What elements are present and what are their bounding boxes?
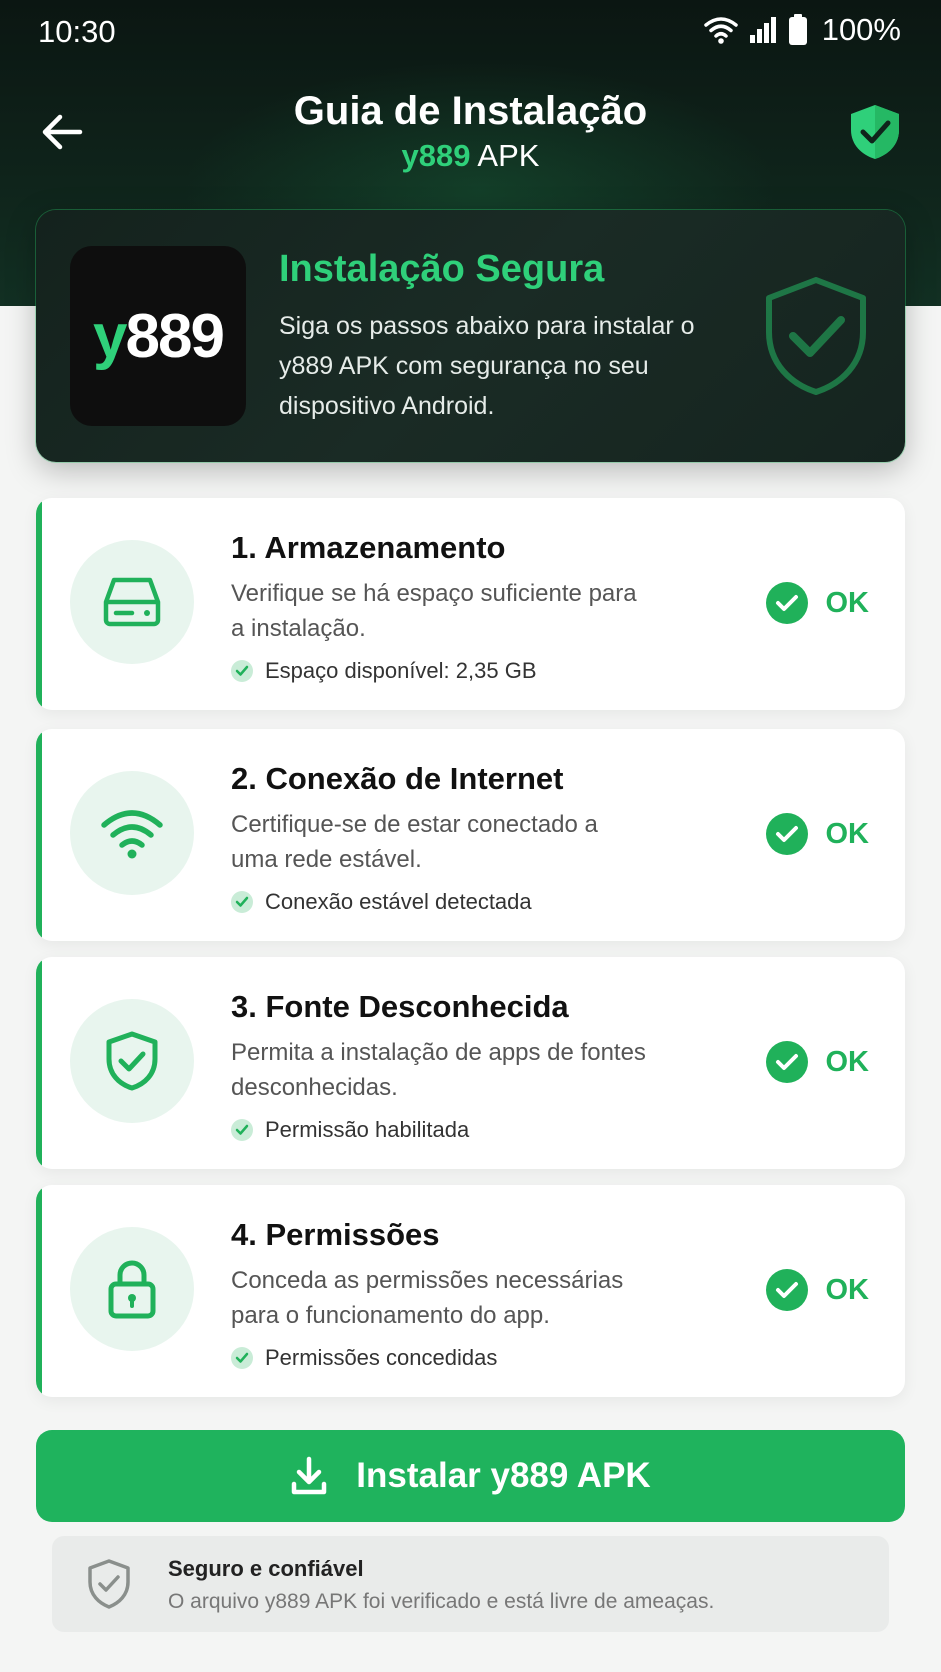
status-bar: 10:30 100% <box>0 0 941 64</box>
check-icon <box>231 1347 253 1369</box>
logo-accent: y <box>93 301 128 371</box>
check-circle-icon <box>765 582 808 624</box>
step-check-text: Permissão habilitada <box>265 1117 470 1142</box>
check-icon <box>231 660 253 682</box>
check-icon <box>231 1119 253 1141</box>
status-label: OK <box>825 586 870 619</box>
step-title: 2. Conexão de Internet <box>231 761 564 796</box>
download-icon <box>292 1456 327 1495</box>
status-time: 10:30 <box>38 14 116 49</box>
step-card-unknown-sources[interactable]: 3. Fonte Desconhecida Permita a instalaç… <box>36 957 905 1169</box>
hero-card: y 889 Instalação Segura Siga os passos ab… <box>36 210 905 462</box>
step-check-row: Permissão habilitada <box>231 1117 469 1143</box>
check-icon <box>231 891 253 913</box>
step-check-row: Espaço disponível: 2,35 GB <box>231 658 537 684</box>
trust-description: O arquivo y889 APK foi verificado e está… <box>168 1590 715 1613</box>
status-label: OK <box>825 817 870 850</box>
subtitle-accent: y889 <box>401 138 471 173</box>
back-button[interactable] <box>36 106 88 158</box>
shield-check-icon[interactable] <box>847 102 903 162</box>
step-icon-container <box>70 771 194 895</box>
check-circle-icon <box>765 813 808 855</box>
trust-title: Seguro e confiável <box>168 1556 364 1581</box>
step-check-text: Permissões concedidas <box>265 1345 498 1370</box>
step-icon-container <box>70 540 194 664</box>
step-card-storage[interactable]: 1. Armazenamento Verifique se há espaço … <box>36 498 905 710</box>
step-status: OK <box>765 582 870 624</box>
hero-description: Siga os passos abaixo para instalar o y8… <box>279 312 695 420</box>
step-description: Verifique se há espaço suficiente para a… <box>231 580 637 642</box>
subtitle-rest: APK <box>470 138 540 173</box>
signal-icon <box>749 17 776 43</box>
step-description: Conceda as permissões necessárias para o… <box>231 1267 624 1329</box>
step-check-text: Espaço disponível: 2,35 GB <box>265 658 537 683</box>
app-logo: y 889 <box>70 246 246 426</box>
step-icon-container <box>70 1227 194 1351</box>
step-description: Certifique-se de estar conectado a uma r… <box>231 811 598 873</box>
step-check-text: Conexão estável detectada <box>265 889 532 914</box>
step-title: 4. Permissões <box>231 1217 440 1252</box>
battery-icon <box>788 14 807 45</box>
shield-check-icon <box>88 1559 130 1609</box>
wifi-icon <box>101 810 163 859</box>
page-title: Guia de Instalação <box>293 89 648 133</box>
step-status: OK <box>765 1269 870 1311</box>
check-circle-icon <box>765 1269 808 1311</box>
arrow-left-icon <box>42 114 83 150</box>
shield-check-icon <box>766 277 866 395</box>
step-description: Permita a instalação de apps de fontes d… <box>231 1039 646 1101</box>
storage-icon <box>103 577 161 627</box>
step-check-row: Permissões concedidas <box>231 1345 497 1371</box>
step-check-row: Conexão estável detectada <box>231 889 532 915</box>
status-label: OK <box>825 1045 870 1078</box>
lock-icon <box>108 1260 156 1319</box>
install-button[interactable]: Instalar y889 APK <box>36 1430 905 1522</box>
step-status: OK <box>765 1041 870 1083</box>
step-status: OK <box>765 813 870 855</box>
step-title: 1. Armazenamento <box>231 530 506 565</box>
step-icon-container <box>70 999 194 1123</box>
logo-rest: 889 <box>125 301 225 371</box>
page-subtitle: y889 APK <box>170 136 771 176</box>
battery-percentage: 100% <box>821 12 901 47</box>
title-block: Guia de Instalação y889 APK <box>170 86 771 176</box>
trust-note: Seguro e confiável O arquivo y889 APK fo… <box>52 1536 889 1632</box>
status-label: OK <box>825 1273 870 1306</box>
wifi-icon <box>703 17 738 44</box>
step-title: 3. Fonte Desconhecida <box>231 989 569 1024</box>
check-circle-icon <box>765 1041 808 1083</box>
install-button-label: Instalar y889 APK <box>356 1456 651 1495</box>
shield-check-icon <box>106 1031 158 1091</box>
step-card-internet[interactable]: 2. Conexão de Internet Certifique-se de … <box>36 729 905 941</box>
step-card-permissions[interactable]: 4. Permissões Conceda as permissões nece… <box>36 1185 905 1397</box>
hero-title: Instalação Segura <box>279 248 605 290</box>
status-icons: 100% <box>703 12 901 48</box>
